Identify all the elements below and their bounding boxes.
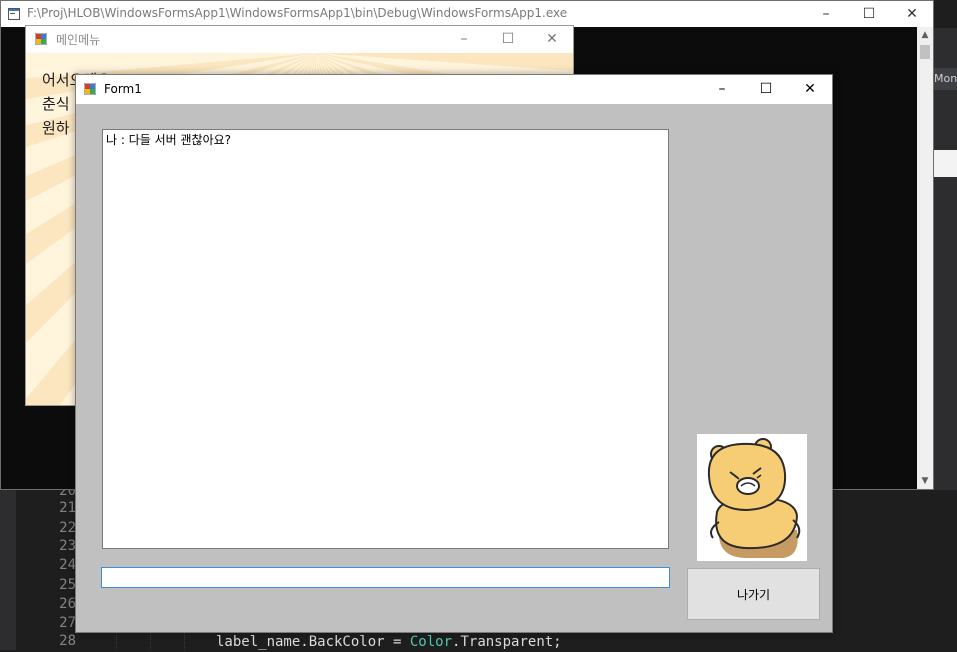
greeting-label: 원하: [42, 119, 70, 137]
form-app-icon: [35, 33, 47, 45]
code-text: label_name.BackColor =: [216, 634, 410, 650]
console-app-icon: [8, 8, 20, 20]
line-number: 28: [59, 633, 76, 649]
close-button[interactable]: ✕: [530, 26, 573, 52]
line-number: 26: [59, 596, 76, 612]
form1-titlebar[interactable]: Form1 – ☐ ✕: [76, 75, 832, 104]
line-number: 27: [59, 615, 76, 631]
line-number: 23: [59, 538, 76, 554]
maximize-button[interactable]: ☐: [847, 1, 891, 27]
minimize-button[interactable]: –: [700, 75, 744, 104]
character-avatar: [697, 434, 807, 561]
console-titlebar[interactable]: F:\Proj\HLOB\WindowsFormsApp1\WindowsFor…: [1, 1, 933, 27]
form1-title: Form1: [104, 82, 142, 96]
greeting-label: 춘식: [42, 95, 70, 113]
form-app-icon: [84, 83, 96, 95]
form1-window: Form1 – ☐ ✕ 나 : 다들 서버 괜찮아요? 나가기: [75, 74, 833, 633]
close-button[interactable]: ✕: [788, 75, 832, 104]
main-menu-titlebar[interactable]: 메인메뉴 – ☐ ✕: [26, 26, 573, 53]
line-number: 25: [59, 577, 76, 593]
maximize-button[interactable]: ☐: [744, 75, 788, 104]
side-tab[interactable]: Mon: [934, 68, 957, 90]
close-button[interactable]: ✕: [890, 1, 934, 27]
console-title: F:\Proj\HLOB\WindowsFormsApp1\WindowsFor…: [27, 6, 568, 20]
scroll-thumb[interactable]: [920, 45, 930, 59]
code-text: .Transparent;: [452, 634, 562, 650]
ide-side-panel: Mon: [934, 28, 957, 490]
line-number: 24: [59, 557, 76, 573]
message-input[interactable]: [101, 567, 670, 588]
console-scrollbar[interactable]: ▲ ▼: [917, 27, 933, 489]
exit-button[interactable]: 나가기: [687, 568, 820, 620]
minimize-button[interactable]: –: [442, 26, 486, 52]
chat-message: 나 : 다들 서버 괜찮아요?: [106, 133, 232, 147]
scroll-up-icon[interactable]: ▲: [917, 27, 933, 43]
side-panel: [934, 150, 957, 177]
bear-character-icon: [707, 438, 801, 558]
scroll-down-icon[interactable]: ▼: [917, 473, 933, 489]
line-number: 22: [59, 520, 76, 536]
editor-margin: [0, 490, 16, 650]
line-number: 21: [59, 500, 76, 516]
maximize-button[interactable]: ☐: [486, 26, 530, 52]
code-type: Color: [409, 634, 453, 650]
code-line[interactable]: label_name.BackColor = Color.Transparent…: [216, 632, 562, 652]
chat-log-textbox[interactable]: 나 : 다들 서버 괜찮아요?: [102, 129, 669, 549]
minimize-button[interactable]: –: [804, 1, 848, 27]
main-menu-title: 메인메뉴: [56, 33, 101, 47]
